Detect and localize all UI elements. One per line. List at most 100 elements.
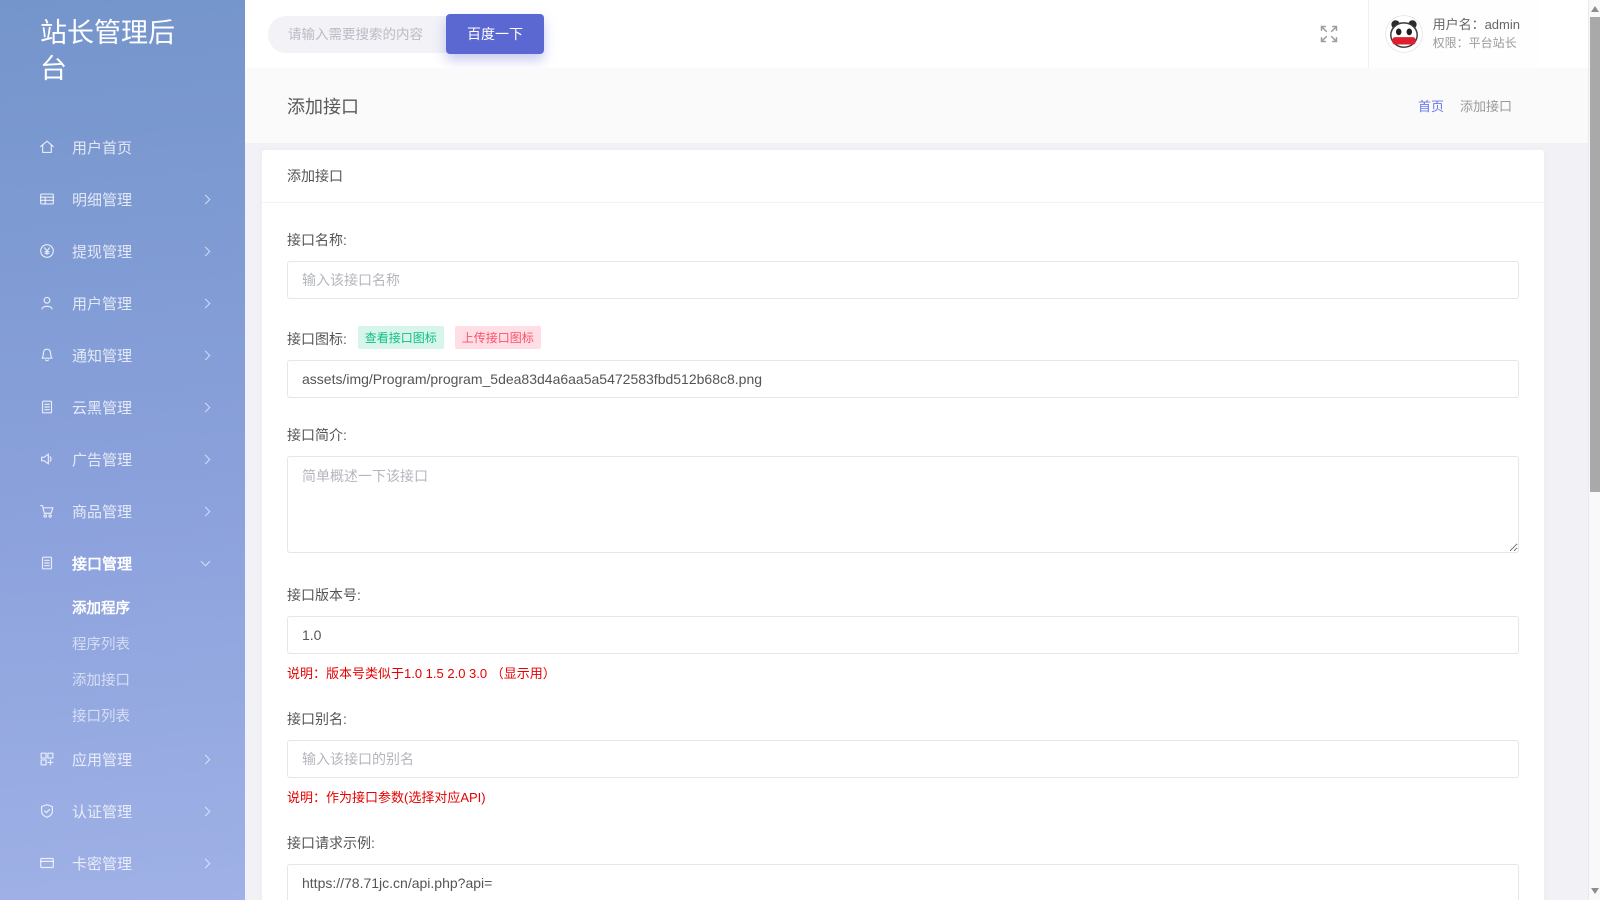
api-request-input[interactable]: [287, 864, 1519, 900]
chevron-right-icon: [200, 402, 211, 413]
field-api-icon: 接口图标: 查看接口图标 上传接口图标: [287, 326, 1519, 398]
api-version-label: 接口版本号:: [287, 587, 361, 603]
field-api-version: 接口版本号: 说明：版本号类似于1.0 1.5 2.0 3.0 （显示用）: [287, 585, 1519, 682]
sidebar-item-ad-mgmt[interactable]: 广告管理: [0, 433, 245, 485]
sidebar-item-app-mgmt[interactable]: 应用管理: [0, 733, 245, 785]
submenu-item-program-list[interactable]: 程序列表: [0, 625, 245, 661]
user-info: 用户名：admin 权限：平台站长: [1433, 16, 1520, 52]
user-name: 用户名：admin: [1432, 16, 1520, 32]
chevron-right-icon: [200, 506, 211, 517]
sidebar-item-label: 云黑管理: [72, 399, 133, 417]
api-mgmt-submenu: 添加程序 程序列表 添加接口 接口列表: [0, 589, 245, 733]
sidebar-item-auth-mgmt[interactable]: 认证管理: [0, 785, 245, 837]
sidebar-item-user-home[interactable]: 用户首页: [0, 121, 245, 173]
field-api-name: 接口名称:: [287, 230, 1519, 299]
api-icon-label: 接口图标: 查看接口图标 上传接口图标: [287, 326, 1519, 349]
view-icon-badge[interactable]: 查看接口图标: [357, 326, 444, 349]
scroll-down-arrow-icon[interactable]: [1591, 888, 1599, 894]
upload-icon-badge[interactable]: 上传接口图标: [454, 326, 541, 349]
breadcrumb-home-link[interactable]: 首页: [1418, 96, 1444, 115]
avatar: [1384, 15, 1423, 53]
chevron-right-icon: [200, 194, 211, 205]
add-api-form: 接口名称: 接口图标: 查看接口图标 上传接口图标 接口简介:: [262, 203, 1544, 900]
api-alias-hint: 说明：作为接口参数(选择对应API): [287, 790, 486, 805]
document-icon: [41, 556, 53, 570]
user-menu[interactable]: 用户名：admin 权限：平台站长: [1367, 0, 1538, 68]
chevron-right-icon: [200, 350, 211, 361]
sidebar-item-user-mgmt[interactable]: 用户管理: [0, 277, 245, 329]
scrollbar-thumb[interactable]: [1590, 17, 1600, 492]
fullscreen-icon[interactable]: [1318, 23, 1340, 45]
card-title: 添加接口: [262, 150, 1544, 203]
chevron-right-icon: [200, 246, 211, 257]
sidebar: 站长管理后台 用户首页 明细管理 提现管理 用户管理 通知管理 云黑管理 广告管…: [0, 0, 245, 900]
field-api-request: 接口请求示例: 说明：接口请求示例（显示用）如https://78.71jc.c…: [287, 833, 1519, 900]
brand-title: 站长管理后台: [40, 18, 175, 84]
submenu-item-api-list[interactable]: 接口列表: [0, 697, 245, 733]
sidebar-item-label: 用户管理: [72, 295, 133, 313]
sidebar-item-label: 明细管理: [72, 191, 133, 209]
submenu-item-label: 添加接口: [72, 672, 130, 689]
baidu-search-button[interactable]: 百度一下: [446, 14, 544, 54]
api-request-label: 接口请求示例:: [287, 835, 375, 851]
sidebar-item-goods-mgmt[interactable]: 商品管理: [0, 485, 245, 537]
api-intro-label: 接口简介:: [287, 427, 347, 443]
api-icon-path-input[interactable]: [287, 360, 1519, 398]
submenu-item-label: 程序列表: [72, 636, 130, 653]
user-role: 权限：平台站长: [1432, 35, 1517, 50]
api-name-label: 接口名称:: [287, 232, 347, 248]
api-alias-input[interactable]: [287, 740, 1519, 778]
bell-icon: [41, 348, 53, 362]
table-icon: [40, 193, 54, 205]
sidebar-item-label: 商品管理: [72, 503, 133, 521]
add-api-card: 添加接口 接口名称: 接口图标: 查看接口图标 上传接口图标 接口简介:: [262, 150, 1544, 900]
user-icon: [41, 297, 53, 310]
topbar: 百度一下: [245, 0, 1600, 68]
chevron-right-icon: [200, 454, 211, 465]
sidebar-item-label: 应用管理: [72, 751, 133, 769]
apps-grid-icon: [40, 752, 54, 766]
page-title: 添加接口: [287, 96, 359, 117]
main-area: 百度一下: [245, 0, 1600, 900]
chevron-down-icon: [200, 556, 211, 567]
field-api-intro: 接口简介:: [287, 425, 1519, 558]
vertical-scrollbar[interactable]: [1588, 0, 1600, 900]
card-icon: [40, 858, 54, 869]
sidebar-item-label: 认证管理: [72, 803, 133, 821]
submenu-item-add-api[interactable]: 添加接口: [0, 661, 245, 697]
sidebar-item-notice-mgmt[interactable]: 通知管理: [0, 329, 245, 381]
sidebar-item-label: 用户首页: [72, 139, 133, 157]
api-version-input[interactable]: [287, 616, 1519, 654]
home-icon: [40, 140, 54, 154]
chevron-right-icon: [200, 754, 211, 765]
search-input[interactable]: [268, 15, 464, 53]
sidebar-item-detail-mgmt[interactable]: 明细管理: [0, 173, 245, 225]
sidebar-nav: 用户首页 明细管理 提现管理 用户管理 通知管理 云黑管理 广告管理 商品管理 …: [0, 121, 245, 889]
submenu-item-label: 接口列表: [72, 708, 130, 725]
cart-icon: [40, 505, 54, 518]
api-name-input[interactable]: [287, 261, 1519, 299]
sidebar-item-label: 卡密管理: [72, 855, 133, 873]
scroll-up-arrow-icon[interactable]: [1591, 6, 1599, 12]
chevron-right-icon: [200, 298, 211, 309]
sidebar-item-card-mgmt[interactable]: 卡密管理: [0, 837, 245, 889]
api-intro-textarea[interactable]: [287, 456, 1519, 553]
submenu-item-label: 添加程序: [72, 600, 130, 617]
topbar-right: 用户名：admin 权限：平台站长: [1318, 0, 1600, 68]
submenu-item-add-program[interactable]: 添加程序: [0, 589, 245, 625]
api-alias-label: 接口别名:: [287, 711, 347, 727]
document-icon: [41, 400, 53, 414]
sidebar-item-label: 通知管理: [72, 347, 133, 365]
sidebar-item-withdraw-mgmt[interactable]: 提现管理: [0, 225, 245, 277]
yen-circle-icon: [40, 244, 54, 259]
content-area: 添加接口 首页 添加接口 添加接口 接口名称: 接口图标: 查看接口图标 上传接…: [245, 68, 1600, 900]
field-api-alias: 接口别名: 说明：作为接口参数(选择对应API): [287, 709, 1519, 806]
chevron-right-icon: [200, 858, 211, 869]
sidebar-item-blacklist-mgmt[interactable]: 云黑管理: [0, 381, 245, 433]
sidebar-item-label: 提现管理: [72, 243, 133, 261]
api-version-hint: 说明：版本号类似于1.0 1.5 2.0 3.0 （显示用）: [287, 666, 556, 681]
speaker-icon: [41, 453, 52, 465]
sidebar-item-label: 广告管理: [72, 451, 133, 469]
sidebar-item-api-mgmt[interactable]: 接口管理: [0, 537, 245, 589]
breadcrumb-current: 添加接口: [1459, 99, 1512, 114]
